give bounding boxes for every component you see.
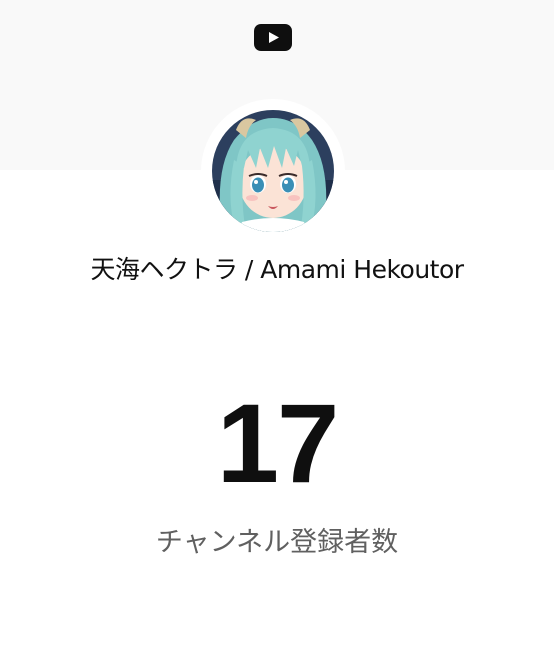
subscriber-count-label: チャンネル登録者数: [155, 527, 399, 558]
channel-avatar[interactable]: [212, 110, 334, 232]
channel-name: 天海ヘクトラ / Amami Hekoutor: [90, 255, 464, 284]
subscriber-counter-page: 天海ヘクトラ / Amami Hekoutor 17 チャンネル登録者数: [0, 0, 554, 649]
youtube-play-icon[interactable]: [254, 24, 292, 51]
subscriber-count: 17: [216, 381, 340, 506]
